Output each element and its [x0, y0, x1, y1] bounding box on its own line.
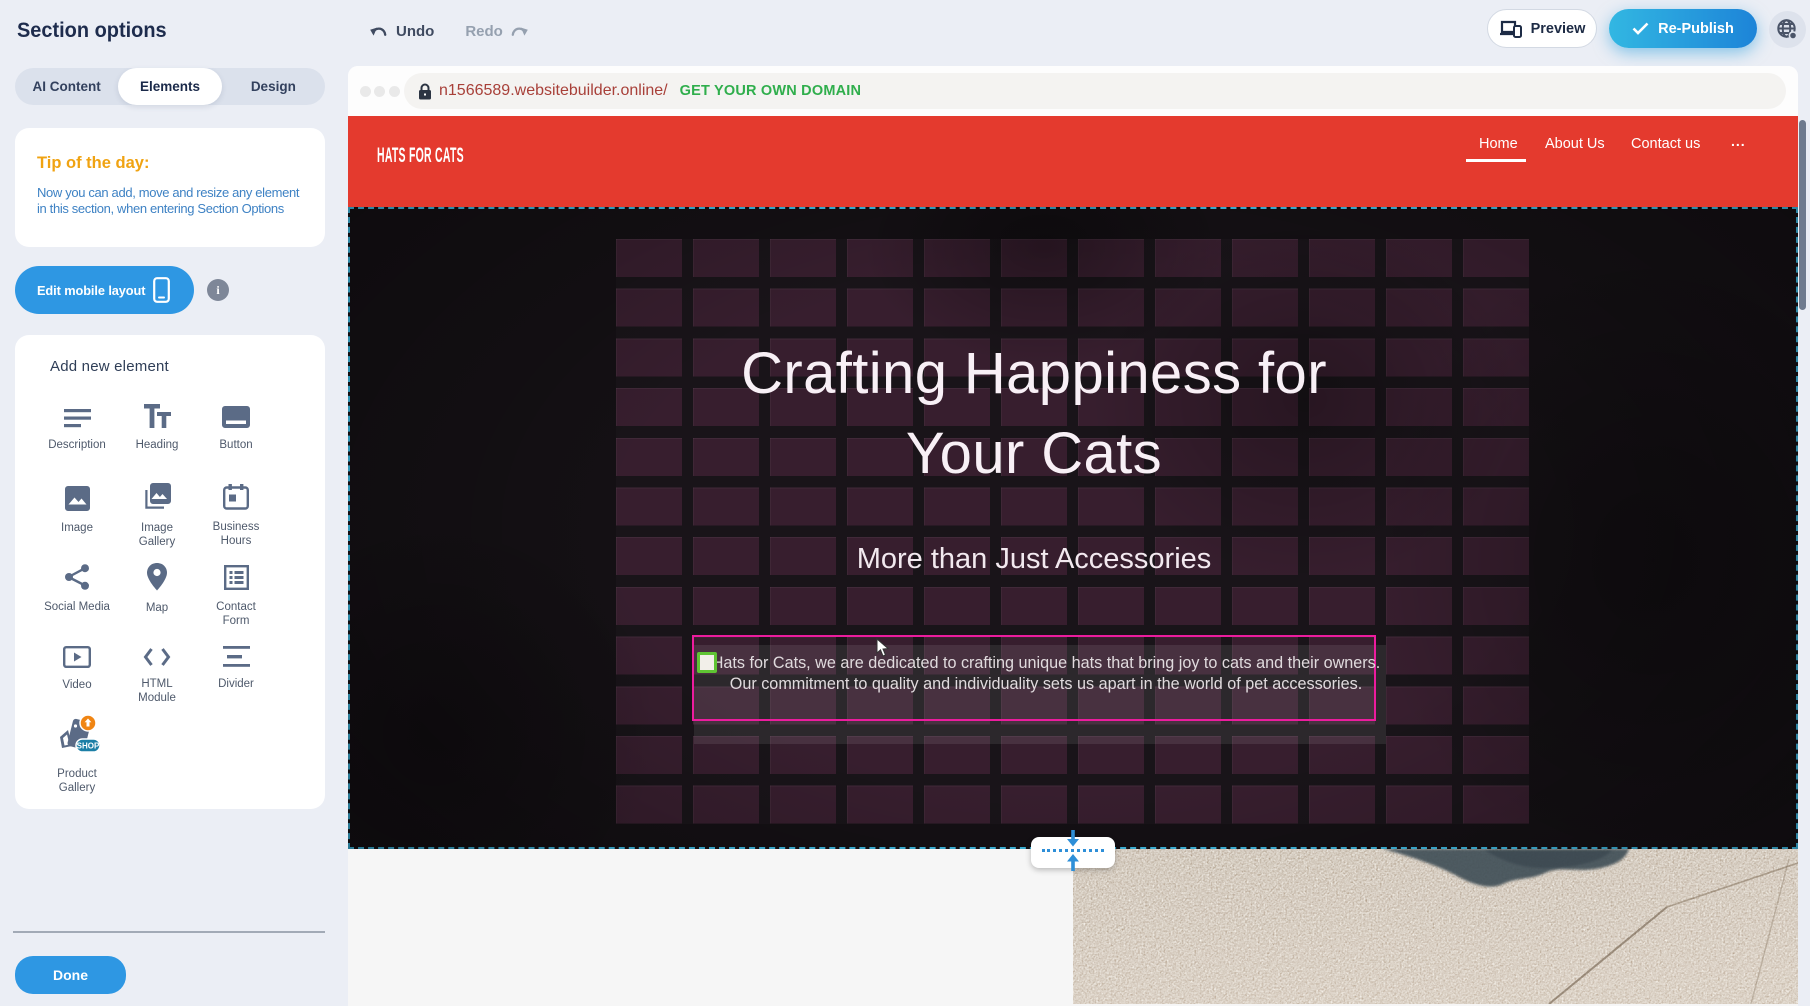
svg-text:SHOP: SHOP — [77, 742, 100, 751]
